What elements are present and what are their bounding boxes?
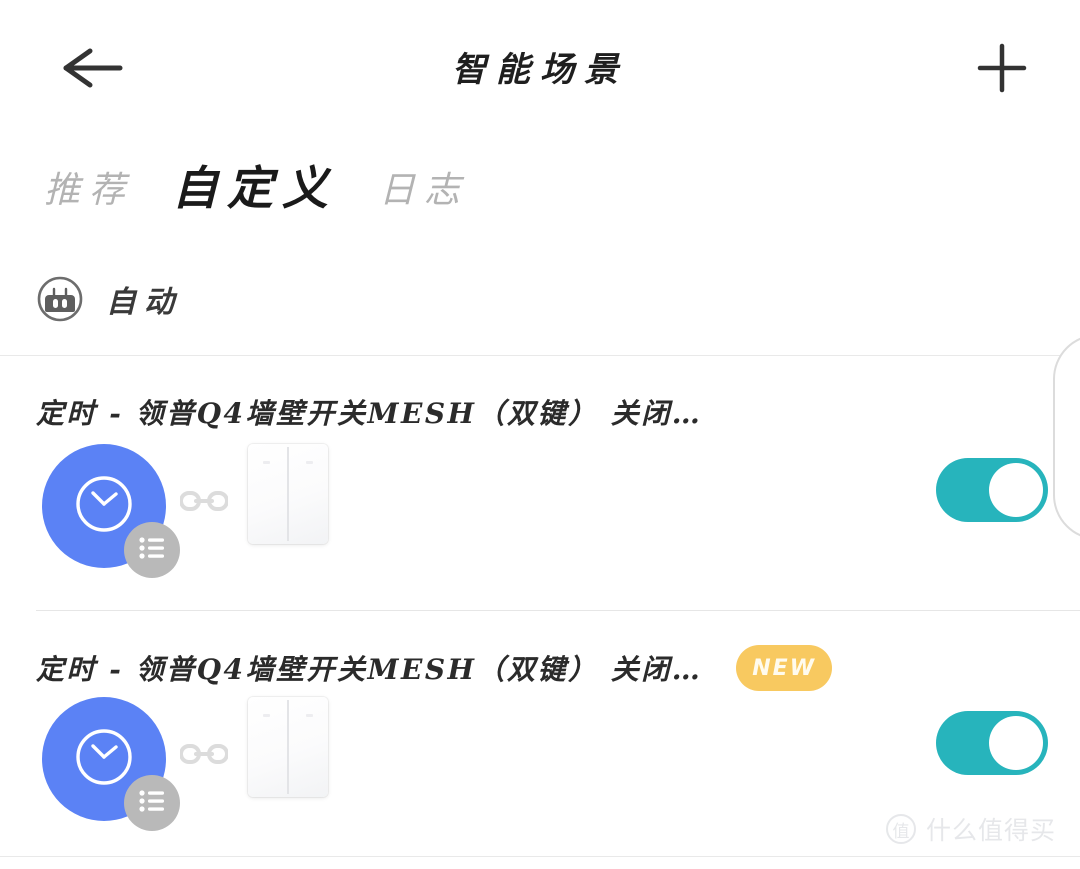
offscreen-card-edge	[1053, 334, 1080, 540]
scene-enable-toggle[interactable]	[936, 458, 1048, 522]
switch-seam	[287, 700, 289, 794]
tab-log[interactable]: 日志	[379, 173, 507, 211]
scene-title-row: 定时 - 领普Q4墙壁开关MESH（双键） 关闭…	[36, 392, 702, 432]
switch-key-dot-right	[306, 461, 313, 464]
tab-custom[interactable]: 自定义	[172, 165, 379, 211]
scene-trigger[interactable]	[42, 444, 180, 578]
scene-title: 定时 - 领普Q4墙壁开关MESH（双键） 关闭…	[36, 397, 703, 430]
toggle-knob	[989, 716, 1043, 770]
chain-link-icon	[179, 739, 229, 779]
divider-bottom	[0, 856, 1080, 857]
list-icon	[137, 535, 167, 565]
scene-trigger[interactable]	[42, 697, 180, 831]
add-scene-button[interactable]	[964, 38, 1040, 102]
scene-title: 定时 - 领普Q4墙壁开关MESH（双键） 关闭…	[36, 653, 703, 686]
top-bar: 智能场景	[0, 0, 1080, 140]
clock-icon	[71, 471, 137, 541]
watermark-logo-icon: 值	[885, 814, 916, 844]
watermark: 值 什么值得买	[885, 811, 1056, 847]
scene-item-1[interactable]: 定时 - 领普Q4墙壁开关MESH（双键） 关闭…	[0, 392, 1080, 592]
plus-icon	[975, 41, 1029, 99]
switch-seam	[287, 447, 289, 541]
scene-body	[0, 444, 1080, 578]
chain-link-icon	[179, 486, 229, 526]
wall-switch-dual-key-icon	[248, 697, 328, 797]
watermark-text: 什么值得买	[925, 816, 1056, 845]
list-icon	[137, 788, 167, 818]
divider-between-rows	[36, 610, 1080, 611]
smart-scene-screen: 智能场景 推荐 自定义 日志 自动 定时 - 领普Q4墙壁开关MESH（双键） …	[0, 0, 1080, 869]
robot-head-icon	[36, 275, 84, 323]
scene-body	[0, 697, 1080, 831]
tab-recommended[interactable]: 推荐	[44, 173, 172, 211]
switch-key-dot-left	[263, 461, 270, 464]
status-badge-new: NEW	[736, 645, 832, 691]
toggle-knob	[989, 463, 1043, 517]
wall-switch-dual-key-icon	[248, 444, 328, 544]
section-automation[interactable]: 自动	[36, 275, 182, 323]
section-label: 自动	[106, 285, 182, 320]
clock-icon	[71, 724, 137, 794]
switch-key-dot-left	[263, 714, 270, 717]
divider-top	[0, 355, 1080, 356]
switch-key-dot-right	[306, 714, 313, 717]
scene-action-badge[interactable]	[124, 775, 180, 831]
tab-bar: 推荐 自定义 日志	[44, 165, 507, 211]
page-title: 智能场景	[452, 50, 628, 90]
scene-enable-toggle[interactable]	[936, 711, 1048, 775]
scene-title-row: 定时 - 领普Q4墙壁开关MESH（双键） 关闭… NEW	[36, 645, 832, 691]
scene-action-badge[interactable]	[124, 522, 180, 578]
